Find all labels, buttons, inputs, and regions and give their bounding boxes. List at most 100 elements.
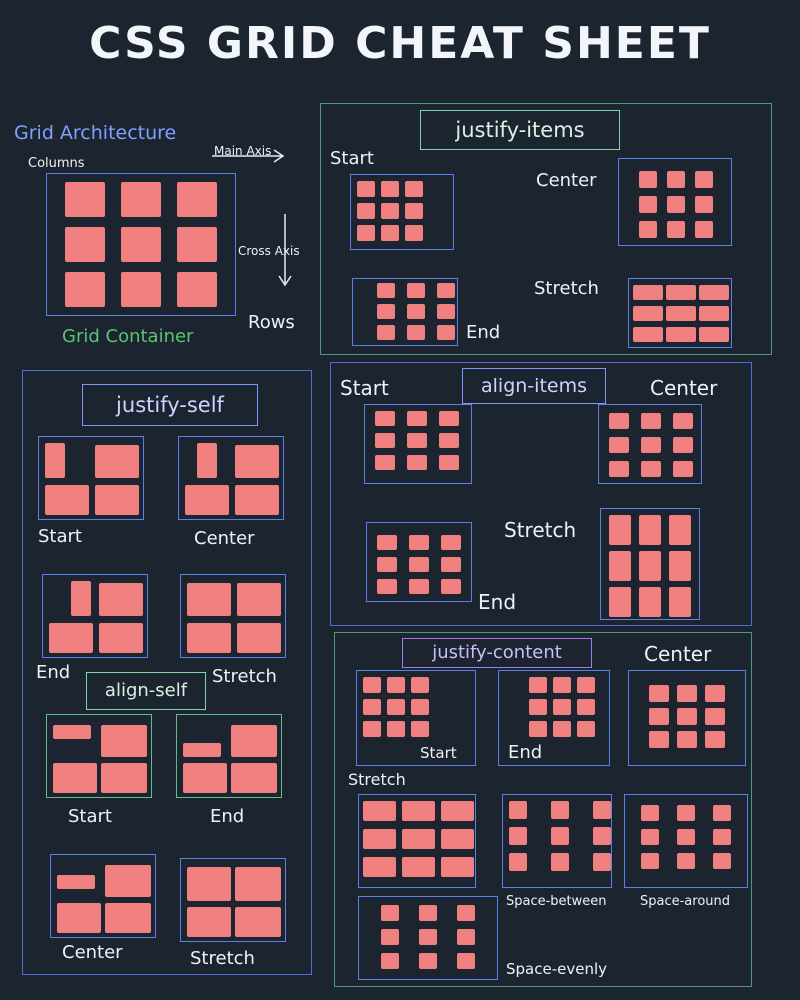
grid-cell	[509, 853, 527, 871]
grid-cell	[641, 413, 661, 429]
grid-cell	[553, 677, 571, 693]
grid-cell	[375, 455, 395, 470]
align-self-start-grid	[46, 714, 152, 798]
grid-cell	[593, 801, 611, 819]
grid-cell	[713, 853, 731, 869]
grid-cell	[609, 515, 631, 545]
grid-cell	[405, 181, 423, 197]
grid-cell	[673, 413, 693, 429]
grid-cell	[699, 306, 729, 321]
grid-cell	[237, 583, 281, 616]
justify-content-space-evenly-grid	[358, 896, 498, 980]
grid-cell	[551, 827, 569, 845]
grid-cell	[405, 203, 423, 219]
grid-cell	[407, 304, 425, 319]
grid-cell	[377, 325, 395, 340]
grid-cell	[95, 445, 139, 478]
grid-cell	[363, 857, 396, 877]
grid-cell	[441, 829, 474, 849]
grid-cell	[529, 677, 547, 693]
align-items-heading: align-items	[462, 368, 606, 404]
align-self-end-label: End	[210, 806, 245, 827]
grid-cell	[409, 579, 429, 594]
grid-cell	[411, 699, 429, 715]
justify-content-space-around-label: Space-around	[640, 894, 731, 909]
grid-cell	[641, 461, 661, 477]
grid-cell	[577, 699, 595, 715]
align-self-end-grid	[176, 714, 282, 798]
grid-cell	[235, 907, 281, 937]
grid-cell	[407, 455, 427, 470]
grid-cell	[407, 411, 427, 426]
grid-cell	[419, 953, 437, 969]
grid-cell	[381, 203, 399, 219]
align-self-center-label: Center	[62, 942, 123, 963]
grid-cell	[705, 685, 725, 702]
grid-cell	[633, 285, 663, 300]
justify-items-end-label: End	[466, 322, 501, 343]
grid-cell	[649, 708, 669, 725]
grid-cell	[197, 443, 217, 478]
grid-cell	[387, 699, 405, 715]
grid-cell	[407, 283, 425, 298]
grid-cell	[387, 721, 405, 737]
align-items-stretch-label: Stretch	[504, 518, 577, 542]
grid-cell	[45, 443, 65, 478]
grid-cell	[677, 731, 697, 748]
grid-cell	[609, 587, 631, 617]
grid-cell	[699, 327, 729, 342]
grid-cell	[713, 829, 731, 845]
grid-cell	[105, 865, 151, 897]
justify-content-stretch-grid	[358, 794, 476, 888]
justify-items-end-grid	[352, 278, 458, 346]
grid-cell	[633, 327, 663, 342]
grid-cell	[407, 325, 425, 340]
justify-content-space-around-grid	[624, 794, 748, 888]
grid-cell	[609, 551, 631, 581]
cheat-sheet: CSS GRID CHEAT SHEET Grid Architecture C…	[0, 0, 800, 1000]
grid-cell	[529, 699, 547, 715]
grid-cell	[357, 181, 375, 197]
grid-cell	[441, 535, 461, 550]
grid-cell	[437, 283, 455, 298]
grid-cell	[53, 763, 97, 793]
grid-cell	[577, 677, 595, 693]
grid-cell	[363, 677, 381, 693]
grid-cell	[99, 623, 143, 653]
justify-self-stretch-grid	[180, 574, 286, 658]
grid-cell	[101, 725, 147, 757]
grid-cell	[705, 708, 725, 725]
grid-cell	[677, 805, 695, 821]
justify-self-stretch-label: Stretch	[212, 666, 277, 687]
grid-cell	[649, 685, 669, 702]
justify-content-heading: justify-content	[402, 638, 592, 668]
grid-cell	[439, 411, 459, 426]
grid-cell	[49, 623, 93, 653]
grid-cell	[381, 225, 399, 241]
justify-self-center-label: Center	[194, 528, 255, 549]
justify-content-stretch-label: Stretch	[348, 770, 406, 789]
align-self-start-label: Start	[68, 806, 112, 827]
grid-cell	[377, 579, 397, 594]
grid-cell	[183, 743, 221, 757]
justify-content-end-label: End	[508, 742, 543, 763]
grid-cell	[381, 929, 399, 945]
grid-cell	[375, 433, 395, 448]
grid-cell	[231, 763, 277, 793]
grid-cell	[673, 437, 693, 453]
grid-cell	[669, 515, 691, 545]
grid-cell	[677, 708, 697, 725]
justify-content-center-label: Center	[644, 642, 712, 666]
grid-cell	[666, 285, 696, 300]
grid-cell	[53, 725, 91, 739]
justify-items-stretch-grid	[628, 278, 732, 348]
grid-cell	[187, 623, 231, 653]
grid-cell	[441, 557, 461, 572]
grid-cell	[457, 929, 475, 945]
grid-cell	[402, 829, 435, 849]
grid-cell	[529, 721, 547, 737]
grid-cell	[419, 929, 437, 945]
grid-cell	[713, 805, 731, 821]
grid-cell	[381, 181, 399, 197]
grid-cell	[57, 903, 101, 933]
